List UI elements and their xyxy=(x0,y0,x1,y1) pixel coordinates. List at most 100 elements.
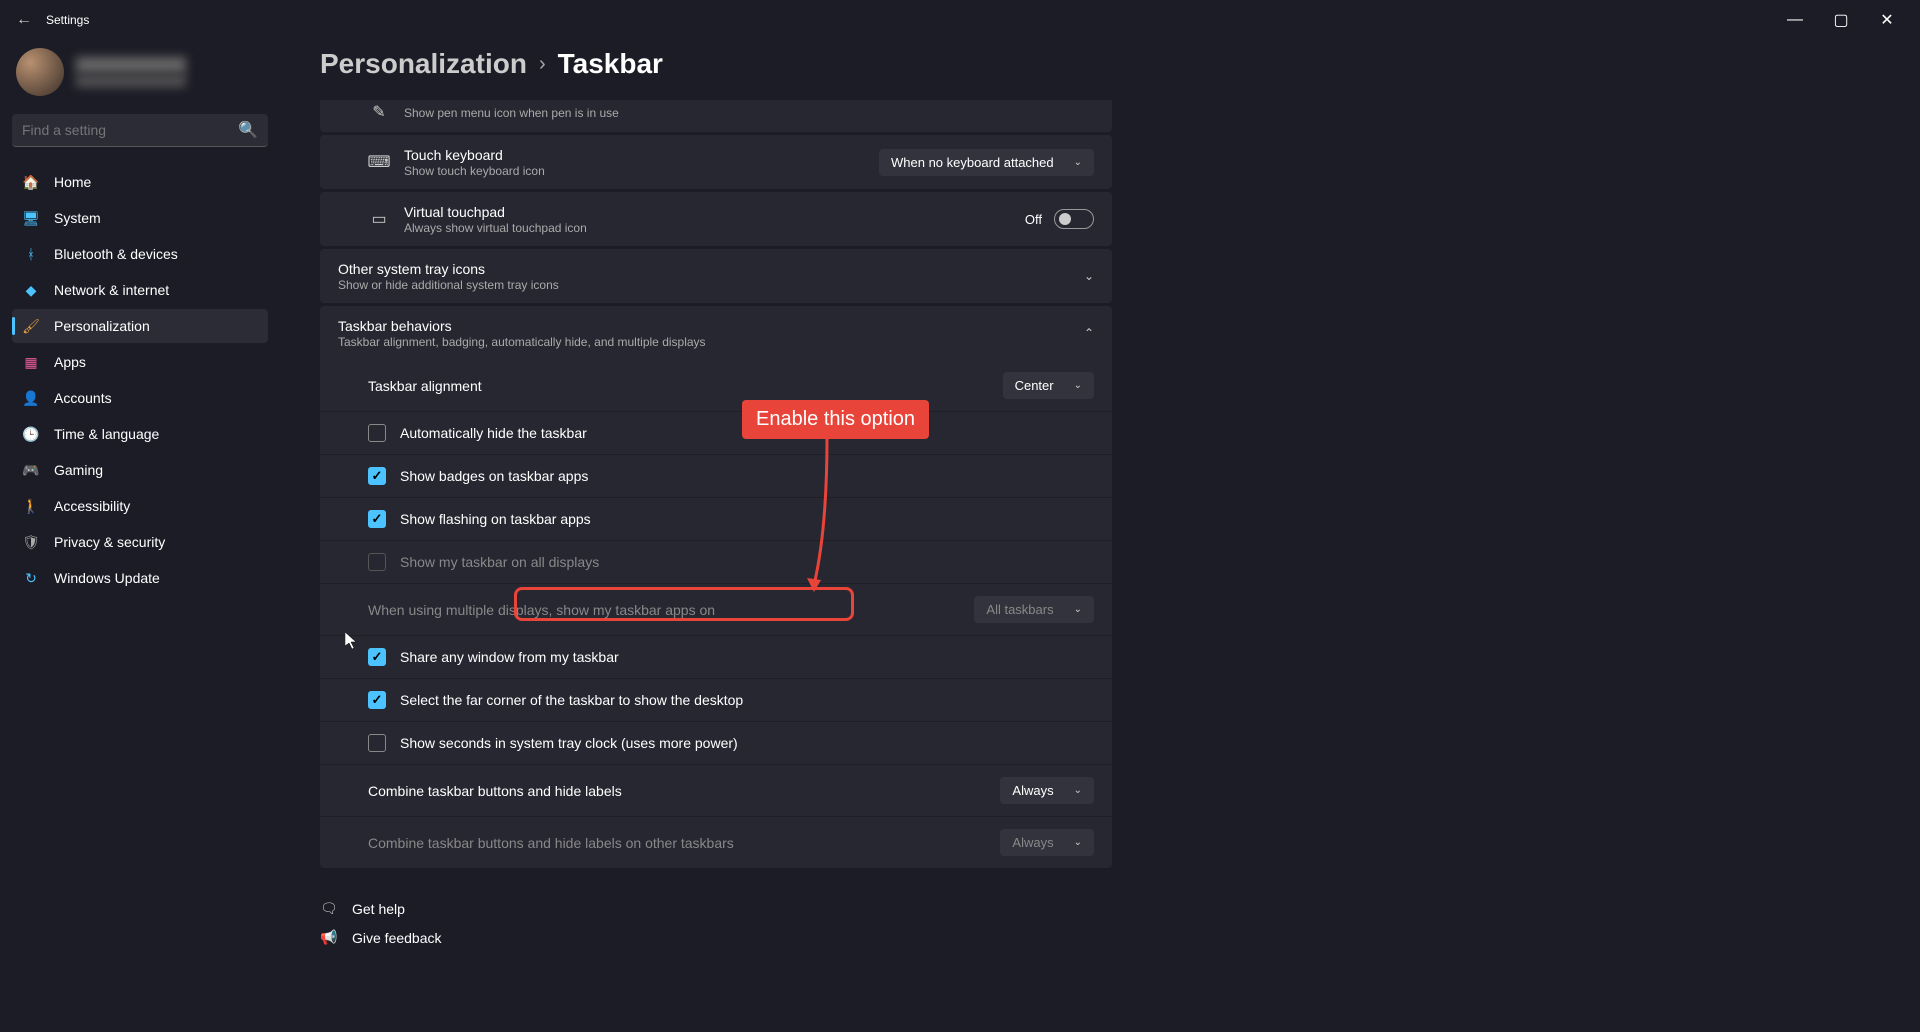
nav-icon: ↻ xyxy=(22,569,40,587)
behaviors-group: Taskbar alignment Center⌄ Automatically … xyxy=(320,360,1112,868)
nav-item-bluetooth-devices[interactable]: ᚼ Bluetooth & devices xyxy=(12,237,268,271)
row-alignment: Taskbar alignment Center⌄ xyxy=(320,360,1112,412)
row-all-displays: Show my taskbar on all displays xyxy=(320,541,1112,584)
pen-icon: ✎ xyxy=(368,102,390,122)
alldisplays-checkbox xyxy=(368,553,386,571)
nav-item-gaming[interactable]: 🎮 Gaming xyxy=(12,453,268,487)
badges-checkbox[interactable] xyxy=(368,467,386,485)
profile[interactable]: ████████ ████████ xyxy=(12,40,268,114)
combine-other-dropdown: Always⌄ xyxy=(1000,829,1094,856)
nav-icon: 🖌 xyxy=(22,317,40,335)
restore-button[interactable]: ▢ xyxy=(1818,4,1864,36)
seconds-checkbox[interactable] xyxy=(368,734,386,752)
nav-item-home[interactable]: 🏠 Home xyxy=(12,165,268,199)
alignment-dropdown[interactable]: Center⌄ xyxy=(1003,372,1094,399)
nav-label: Bluetooth & devices xyxy=(54,246,178,262)
nav-icon: 👤 xyxy=(22,389,40,407)
feedback-icon: 📢 xyxy=(320,929,338,946)
nav-item-windows-update[interactable]: ↻Windows Update xyxy=(12,561,268,595)
row-badges[interactable]: Show badges on taskbar apps xyxy=(320,455,1112,498)
nav-icon: 🛡 xyxy=(22,533,40,551)
search-icon: 🔍 xyxy=(238,120,258,140)
nav-label: Gaming xyxy=(54,462,103,478)
nav-icon: 🖥 xyxy=(22,209,40,227)
breadcrumb-parent[interactable]: Personalization xyxy=(320,48,527,80)
breadcrumb-current: Taskbar xyxy=(558,48,663,80)
tray-desc: Show or hide additional system tray icon… xyxy=(338,278,1072,292)
touch-dropdown[interactable]: When no keyboard attached⌄ xyxy=(879,149,1094,176)
nav-icon: 🏠 xyxy=(22,173,40,191)
touchpad-icon: ▭ xyxy=(368,209,390,229)
alignment-label: Taskbar alignment xyxy=(368,378,1003,394)
row-pen[interactable]: ✎ Show pen menu icon when pen is in use xyxy=(320,100,1112,132)
nav-item-network-internet[interactable]: ◆Network & internet xyxy=(12,273,268,307)
nav: 🏠 Home 🖥System ᚼ Bluetooth & devices ◆Network… xyxy=(12,165,268,595)
row-virtual-touchpad[interactable]: ▭ Virtual touchpad Always show virtual t… xyxy=(320,192,1112,246)
give-feedback-link[interactable]: 📢 Give feedback xyxy=(320,923,1112,952)
vtouch-toggle-label: Off xyxy=(1025,212,1042,227)
row-share[interactable]: Share any window from my taskbar xyxy=(320,636,1112,679)
chevron-down-icon: ⌄ xyxy=(1084,269,1094,283)
chevron-down-icon: ⌄ xyxy=(1074,157,1082,168)
nav-icon: 🕒 xyxy=(22,425,40,443)
nav-icon: 🚶 xyxy=(22,497,40,515)
behaviors-desc: Taskbar alignment, badging, automaticall… xyxy=(338,335,1072,349)
get-help-link[interactable]: 🗨 Get help xyxy=(320,894,1112,923)
tray-title: Other system tray icons xyxy=(338,261,1072,277)
row-autohide[interactable]: Automatically hide the taskbar xyxy=(320,412,1112,455)
nav-item-apps[interactable]: ▦Apps xyxy=(12,345,268,379)
row-flashing[interactable]: Show flashing on taskbar apps xyxy=(320,498,1112,541)
row-combine: Combine taskbar buttons and hide labels … xyxy=(320,765,1112,817)
titlebar: ← Settings — ▢ ✕ xyxy=(0,0,1920,40)
touch-title: Touch keyboard xyxy=(404,147,879,163)
window-controls: — ▢ ✕ xyxy=(1772,4,1910,36)
footer-links: 🗨 Get help 📢 Give feedback xyxy=(320,894,1112,952)
row-corner[interactable]: Select the far corner of the taskbar to … xyxy=(320,679,1112,722)
nav-label: Home xyxy=(54,174,91,190)
nav-item-accessibility[interactable]: 🚶Accessibility xyxy=(12,489,268,523)
row-multi: When using multiple displays, show my ta… xyxy=(320,584,1112,636)
autohide-checkbox[interactable] xyxy=(368,424,386,442)
touch-desc: Show touch keyboard icon xyxy=(404,164,879,178)
main: Personalization › Taskbar ✎ Show pen men… xyxy=(280,40,1920,1032)
row-seconds[interactable]: Show seconds in system tray clock (uses … xyxy=(320,722,1112,765)
nav-label: Personalization xyxy=(54,318,150,334)
nav-icon: 🎮 xyxy=(22,461,40,479)
combine-dropdown[interactable]: Always⌄ xyxy=(1000,777,1094,804)
nav-label: Accounts xyxy=(54,390,112,406)
search-box[interactable]: 🔍 xyxy=(12,114,268,147)
vtouch-toggle[interactable] xyxy=(1054,209,1094,229)
nav-icon: ᚼ xyxy=(22,245,40,263)
close-button[interactable]: ✕ xyxy=(1864,4,1910,36)
pen-desc: Show pen menu icon when pen is in use xyxy=(404,106,1094,120)
breadcrumb-separator: › xyxy=(539,53,546,76)
breadcrumb: Personalization › Taskbar xyxy=(320,40,1880,100)
row-touch-keyboard[interactable]: ⌨ Touch keyboard Show touch keyboard ico… xyxy=(320,135,1112,189)
corner-checkbox[interactable] xyxy=(368,691,386,709)
search-input[interactable] xyxy=(22,122,238,138)
back-button[interactable]: ← xyxy=(10,6,38,34)
row-behaviors-header[interactable]: Taskbar behaviors Taskbar alignment, bad… xyxy=(320,306,1112,360)
multi-dropdown: All taskbars⌄ xyxy=(974,596,1094,623)
minimize-button[interactable]: — xyxy=(1772,4,1818,36)
nav-item-time-language[interactable]: 🕒 Time & language xyxy=(12,417,268,451)
row-system-tray[interactable]: Other system tray icons Show or hide add… xyxy=(320,249,1112,303)
nav-item-personalization[interactable]: 🖌 Personalization xyxy=(12,309,268,343)
combine-label: Combine taskbar buttons and hide labels xyxy=(368,783,1000,799)
user-email: ████████ xyxy=(76,75,186,87)
share-checkbox[interactable] xyxy=(368,648,386,666)
app-title: Settings xyxy=(46,13,89,27)
chevron-up-icon: ⌃ xyxy=(1084,326,1094,340)
sidebar: ████████ ████████ 🔍 🏠 Home 🖥System ᚼ Bluetoo… xyxy=(0,40,280,1032)
nav-item-system[interactable]: 🖥System xyxy=(12,201,268,235)
multi-label: When using multiple displays, show my ta… xyxy=(368,602,974,618)
behaviors-title: Taskbar behaviors xyxy=(338,318,1072,334)
nav-label: Time & language xyxy=(54,426,159,442)
flashing-checkbox[interactable] xyxy=(368,510,386,528)
vtouch-title: Virtual touchpad xyxy=(404,204,1025,220)
row-combine-other: Combine taskbar buttons and hide labels … xyxy=(320,817,1112,868)
nav-label: Network & internet xyxy=(54,282,169,298)
nav-item-accounts[interactable]: 👤 Accounts xyxy=(12,381,268,415)
content: ✎ Show pen menu icon when pen is in use … xyxy=(320,100,1112,952)
nav-item-privacy-security[interactable]: 🛡Privacy & security xyxy=(12,525,268,559)
